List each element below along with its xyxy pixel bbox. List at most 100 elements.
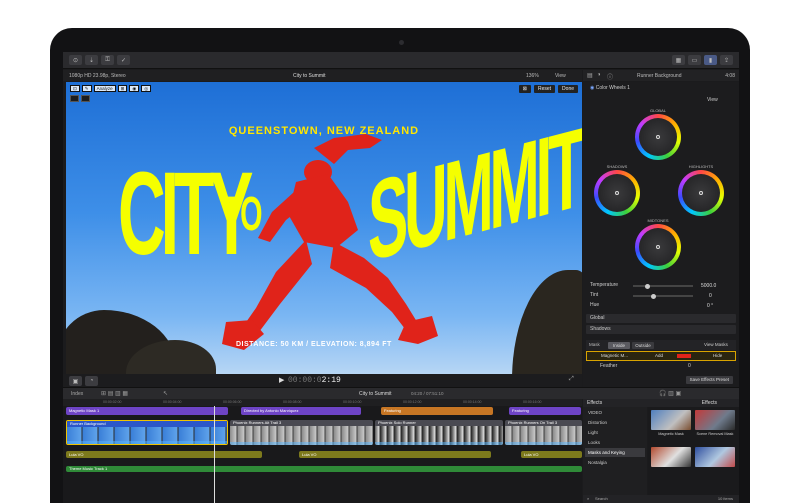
reset-button[interactable]: Reset [533,85,556,93]
timeline[interactable]: Magnetic Mask 1 Directed by Antonio Manr… [63,406,582,503]
clip-lula-vo-1[interactable]: Lula VO [66,451,262,458]
ruler-tick: 00:00:08:00 [283,400,302,404]
keyword-icon[interactable]: ⚿ [101,55,114,65]
hue-value[interactable]: 0 ° [707,303,713,309]
search-icon[interactable]: ⌕ [587,495,589,503]
category-looks[interactable]: Looks [585,438,645,447]
global-section[interactable]: Global [586,314,736,323]
zoom-menu[interactable]: 136% [526,73,539,79]
target-icon[interactable]: ◎ [141,85,152,92]
edit-tools-icon[interactable]: ⊞ ▤ ▥ ▦ [101,390,128,397]
effects-search-input[interactable]: Search [595,495,608,503]
timecode-display[interactable]: 00:00:02:19 [288,376,341,385]
highlights-wheel-puck[interactable] [699,191,703,195]
clip-runner-background[interactable]: Runner Background [66,420,228,445]
category-distortion[interactable]: Distortion [585,418,645,427]
viewer-header: 1080p HD 23.98p, Stereo City to Summit 1… [63,70,582,81]
range-icon[interactable]: ⊞ [117,85,128,92]
grid-icon[interactable]: ⊠ [518,85,531,93]
effect-thumb-4[interactable] [695,447,735,467]
clip-theme-music[interactable]: Theme Music Track 1 [66,466,582,472]
clip-phoenix-alt-trail[interactable]: Phoenix Runners Alt Trail 3 [230,420,373,445]
effect-thumb-scene-removal[interactable] [695,410,735,430]
color-inspector-icon[interactable]: ◑ [597,72,601,78]
import-icon[interactable]: ⇣ [85,55,98,65]
category-video[interactable]: VIDEO [585,408,645,417]
timeline-toggle-icon[interactable]: ▭ [688,55,701,65]
transform-icon[interactable] [70,95,79,102]
effect-thumb-3[interactable] [651,447,691,467]
audio-waveform [67,441,227,444]
analyze-button[interactable]: Analyze [93,85,116,92]
audio-waveform [230,442,373,445]
midtones-wheel[interactable] [635,224,681,270]
tint-value[interactable]: 0 [709,293,712,299]
clip-phoenix-on-trail[interactable]: Phoenix Runners On Trail 3 [505,420,582,445]
clip-lula-vo-2[interactable]: Lula VO [299,451,491,458]
brush-icon[interactable]: ✎ [81,85,92,92]
temperature-knob[interactable] [645,283,650,289]
category-light[interactable]: Light [585,428,645,437]
project-name[interactable]: City to Summit [359,391,392,397]
play-icon[interactable]: ▶ [279,376,284,384]
mask-outside-toggle[interactable]: Outside [632,341,654,349]
mask-inside-toggle[interactable]: Inside [608,341,630,349]
mask-hide-toggle[interactable]: Hide [713,352,722,360]
highlights-wheel[interactable] [678,170,724,216]
audio-meters-icon[interactable]: 🎧 ▥ ▣ [659,390,681,397]
library-icon[interactable]: ⊙ [69,55,82,65]
inspector-toggle-icon[interactable]: ▮ [704,55,717,65]
retime-menu-icon[interactable]: ◔ [85,376,98,386]
clip-featuring-1[interactable]: Featuring [381,407,493,415]
tint-slider[interactable] [633,293,693,299]
clip-featuring-2[interactable]: Featuring [509,407,581,415]
mask-name: Magnetic M... [601,353,629,358]
selection-icon[interactable]: ◉ [129,85,140,92]
shadows-wheel-puck[interactable] [615,191,619,195]
view-menu[interactable]: View [555,73,566,79]
shadows-wheel[interactable] [594,170,640,216]
effect-name: Color Wheels 1 [595,85,630,91]
effect-thumb-magnetic-mask[interactable] [651,410,691,430]
clip-directed-by[interactable]: Directed by Antonio Manriquez [241,407,361,415]
save-effects-preset-button[interactable]: Save Effects Preset [685,376,733,384]
magnetic-mask-row[interactable]: Magnetic M... Add Hide [586,351,736,361]
mask-color-swatch[interactable] [677,354,691,358]
clip-thumbnails [375,426,503,445]
done-button[interactable]: Done [558,85,578,93]
fullscreen-icon[interactable]: ⤢ [569,376,574,383]
global-wheel-puck[interactable] [656,135,660,139]
clip-magnetic-mask[interactable]: Magnetic Mask 1 [66,407,228,415]
temperature-slider[interactable] [633,283,693,289]
final-cut-window: ⊙ ⇣ ⚿ ✓ ▦ ▭ ▮ ⇪ 1080p HD 23.98p, Stereo … [63,52,739,503]
mask-add-menu[interactable]: Add [655,352,663,360]
browser-toggle-icon[interactable]: ▦ [672,55,685,65]
playhead[interactable] [214,406,215,503]
share-icon[interactable]: ⇪ [720,55,733,65]
wheel-label-shadows: SHADOWS [606,164,628,169]
shadows-section[interactable]: Shadows [586,325,736,334]
category-nostalgia[interactable]: Nostalgia [585,458,645,467]
midtones-wheel-puck[interactable] [656,245,660,249]
category-masks-keying[interactable]: Masks and Keying [585,448,645,457]
view-masks-menu[interactable]: View Masks [704,342,728,347]
select-tool-icon[interactable]: ↖ [163,390,168,397]
mask-shape-icon[interactable]: ⊡ [70,85,80,92]
timeline-ruler[interactable]: 00:00:02:00 00:00:04:00 00:00:06:00 00:0… [63,399,582,406]
tint-knob[interactable] [651,293,656,299]
video-inspector-icon[interactable]: ▤ [587,72,593,79]
clip-phoenix-solo[interactable]: Phoenix Solo Runner [375,420,503,445]
background-tasks-icon[interactable]: ✓ [117,55,130,65]
inspector-view-menu[interactable]: View [703,96,737,105]
viewer-canvas[interactable]: QUEENSTOWN, NEW ZEALAND CITY TO SUMMIT D… [66,82,582,374]
global-wheel[interactable] [635,114,681,160]
audio-waveform [375,442,503,445]
info-inspector-icon[interactable]: ⓘ [607,72,613,81]
pen-icon[interactable] [81,95,90,102]
clip-lula-vo-3[interactable]: Lula VO [521,451,582,458]
feather-value[interactable]: 0 [688,362,691,371]
index-button[interactable]: Index [71,391,83,397]
crop-menu-icon[interactable]: ▣ [69,376,82,386]
effect-selector[interactable]: ◉ Color Wheels 1 [586,84,736,93]
temperature-value[interactable]: 5000.0 [701,283,716,289]
